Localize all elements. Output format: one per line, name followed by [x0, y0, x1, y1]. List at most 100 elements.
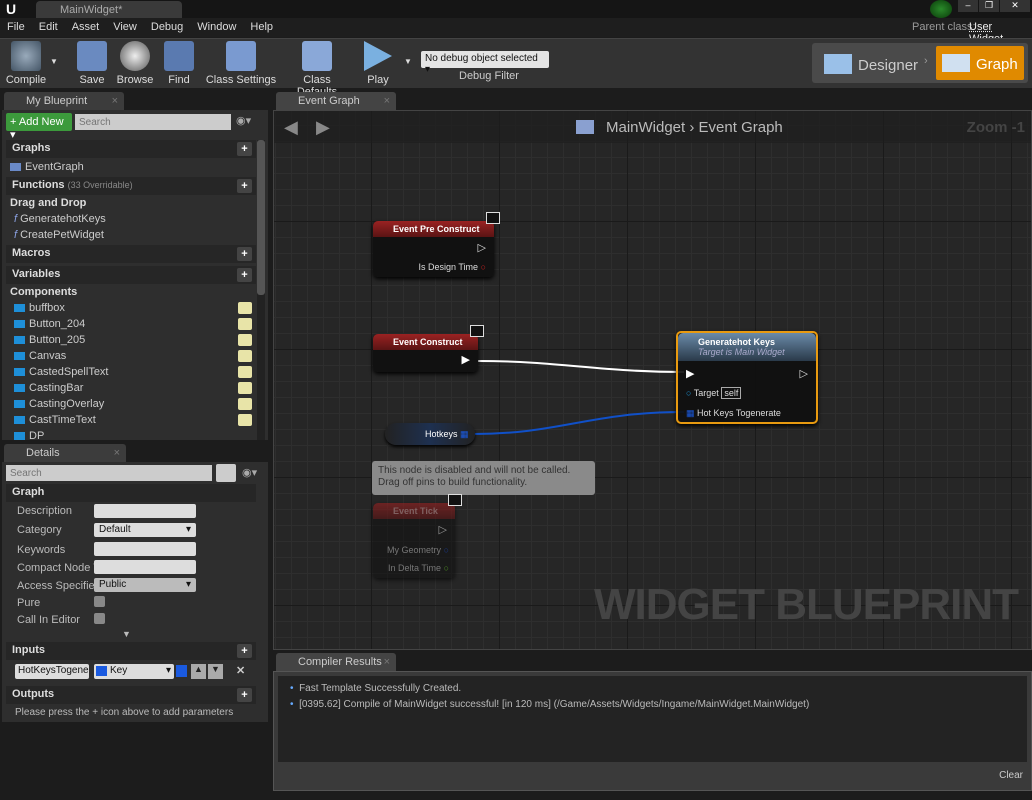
description-input[interactable] [94, 504, 196, 518]
add-new-button[interactable]: + Add New ▾ [6, 113, 72, 141]
outputs-section[interactable]: Outputs + [6, 686, 256, 704]
eye-icon[interactable] [238, 302, 252, 314]
find-button[interactable]: Find [162, 41, 196, 86]
menu-edit[interactable]: Edit [32, 18, 65, 33]
variable-item[interactable]: buffbox [14, 302, 65, 314]
is-design-time-pin[interactable]: Is Design Time ○ [419, 262, 486, 272]
category-select[interactable]: Default ▾ [94, 523, 196, 537]
add-variable-button[interactable]: + [237, 268, 252, 282]
event-pre-construct-node[interactable]: Event Pre Construct ▷ Is Design Time ○ [373, 221, 494, 277]
macros-section[interactable]: Macros + [6, 245, 256, 263]
menu-help[interactable]: Help [243, 18, 280, 33]
in-delta-time-pin[interactable]: In Delta Time ○ [388, 563, 449, 573]
visibility-eye-icon[interactable]: ◉▾ [242, 466, 257, 479]
expand-advanced-icon[interactable]: ▼ [122, 629, 131, 639]
property-matrix-icon[interactable] [216, 464, 236, 482]
graphs-section[interactable]: Graphs + [6, 140, 256, 158]
back-arrow-icon[interactable]: ◀ [284, 117, 298, 138]
pure-checkbox[interactable] [94, 596, 105, 607]
compile-options-dropdown[interactable]: ▼ [50, 57, 58, 66]
minimize-button[interactable]: – [958, 0, 978, 12]
eye-icon[interactable] [238, 414, 252, 426]
event-graph-tab[interactable]: Event Graph × [276, 92, 396, 110]
restore-button[interactable]: ❐ [979, 0, 999, 12]
functions-section[interactable]: Functions (33 Overridable) + [6, 177, 256, 195]
move-up-button[interactable]: ▲ [191, 664, 206, 679]
designer-mode-button[interactable]: Designer [818, 46, 918, 80]
event-tick-node[interactable]: Event Tick ▷ My Geometry ○ In Delta Time… [373, 503, 455, 578]
add-input-button[interactable]: + [237, 644, 252, 658]
clear-button[interactable]: Clear [999, 770, 1023, 781]
menu-file[interactable]: File [0, 18, 32, 33]
remove-input-button[interactable]: ✕ [236, 664, 245, 677]
class-settings-button[interactable]: Class Settings [204, 41, 278, 86]
menu-view[interactable]: View [106, 18, 144, 33]
debug-object-select[interactable]: No debug object selected ▾ [421, 51, 549, 75]
save-button[interactable]: Save [76, 41, 108, 86]
play-options-dropdown[interactable]: ▼ [404, 57, 412, 66]
variables-section[interactable]: Variables + [6, 266, 256, 284]
menu-window[interactable]: Window [190, 18, 243, 33]
add-output-button[interactable]: + [237, 688, 252, 702]
variable-item[interactable]: Button_204 [14, 318, 85, 330]
forward-arrow-icon[interactable]: ▶ [316, 117, 330, 138]
function-item[interactable]: f CreatePetWidget [14, 229, 104, 241]
exec-in-pin[interactable]: ▶ [686, 367, 694, 380]
eye-icon[interactable] [238, 318, 252, 330]
components-category[interactable]: Components [10, 286, 77, 298]
notification-icon[interactable] [930, 0, 952, 18]
variable-item[interactable]: DP [14, 430, 44, 440]
visibility-eye-icon[interactable]: ◉▾ [236, 114, 251, 127]
keywords-input[interactable] [94, 542, 196, 556]
details-tab[interactable]: Details × [4, 444, 126, 462]
document-tab[interactable]: MainWidget* [36, 1, 182, 18]
array-type-icon[interactable] [176, 665, 187, 677]
my-blueprint-tab[interactable]: My Blueprint × [4, 92, 124, 110]
play-button[interactable]: Play [360, 41, 396, 86]
function-item[interactable]: f GeneratehotKeys [14, 213, 106, 225]
my-geometry-pin[interactable]: My Geometry ○ [387, 545, 449, 555]
menu-debug[interactable]: Debug [144, 18, 190, 33]
hot-keys-pin[interactable]: ▦ Hot Keys Togenerate [686, 408, 781, 419]
browse-button[interactable]: Browse [114, 41, 156, 86]
blueprint-search-input[interactable] [75, 114, 231, 130]
eye-icon[interactable] [238, 366, 252, 378]
scrollbar[interactable] [257, 140, 265, 440]
eventgraph-item[interactable]: EventGraph [10, 161, 84, 173]
call-in-editor-checkbox[interactable] [94, 613, 105, 624]
inputs-section[interactable]: Inputs + [6, 642, 256, 660]
hotkeys-variable-node[interactable]: Hotkeys ▦ [385, 423, 475, 445]
variable-item[interactable]: CastingBar [14, 382, 83, 394]
details-search-input[interactable] [6, 465, 212, 481]
exec-out-pin[interactable]: ▷ [439, 523, 447, 536]
eye-icon[interactable] [238, 334, 252, 346]
event-construct-node[interactable]: Event Construct ▶ [373, 334, 478, 372]
variable-item[interactable]: CastTimeText [14, 414, 96, 426]
generate-hot-keys-node[interactable]: Generatehot Keys Target is Main Widget ▶ … [676, 331, 818, 424]
move-down-button[interactable]: ▼ [208, 664, 223, 679]
compiler-results-tab[interactable]: Compiler Results × [276, 653, 396, 671]
graph-mode-button[interactable]: Graph [936, 46, 1024, 80]
input-name-field[interactable]: HotKeysTogene [15, 664, 89, 679]
close-button[interactable]: ✕ [1000, 0, 1030, 12]
exec-out-pin[interactable]: ▷ [800, 367, 808, 380]
exec-out-pin[interactable]: ▶ [462, 353, 470, 366]
eye-icon[interactable] [238, 382, 252, 394]
exec-out-pin[interactable]: ▷ [478, 241, 486, 254]
compact-node-title-input[interactable] [94, 560, 196, 574]
compile-button[interactable]: Compile [4, 41, 48, 86]
eye-icon[interactable] [238, 350, 252, 362]
menu-asset[interactable]: Asset [65, 18, 107, 33]
add-function-button[interactable]: + [237, 179, 252, 193]
variable-item[interactable]: CastedSpellText [14, 366, 109, 378]
target-pin[interactable]: ○ Target self [686, 387, 742, 399]
access-specifier-select[interactable]: Public ▾ [94, 578, 196, 592]
add-macro-button[interactable]: + [237, 247, 252, 261]
eye-icon[interactable] [238, 398, 252, 410]
breadcrumb-root[interactable]: MainWidget [606, 119, 685, 136]
class-defaults-button[interactable]: Class Defaults [282, 41, 352, 98]
function-item[interactable]: Drag and Drop [10, 197, 86, 209]
graph-section[interactable]: Graph [6, 484, 256, 502]
variable-item[interactable]: Canvas [14, 350, 66, 362]
variable-item[interactable]: Button_205 [14, 334, 85, 346]
